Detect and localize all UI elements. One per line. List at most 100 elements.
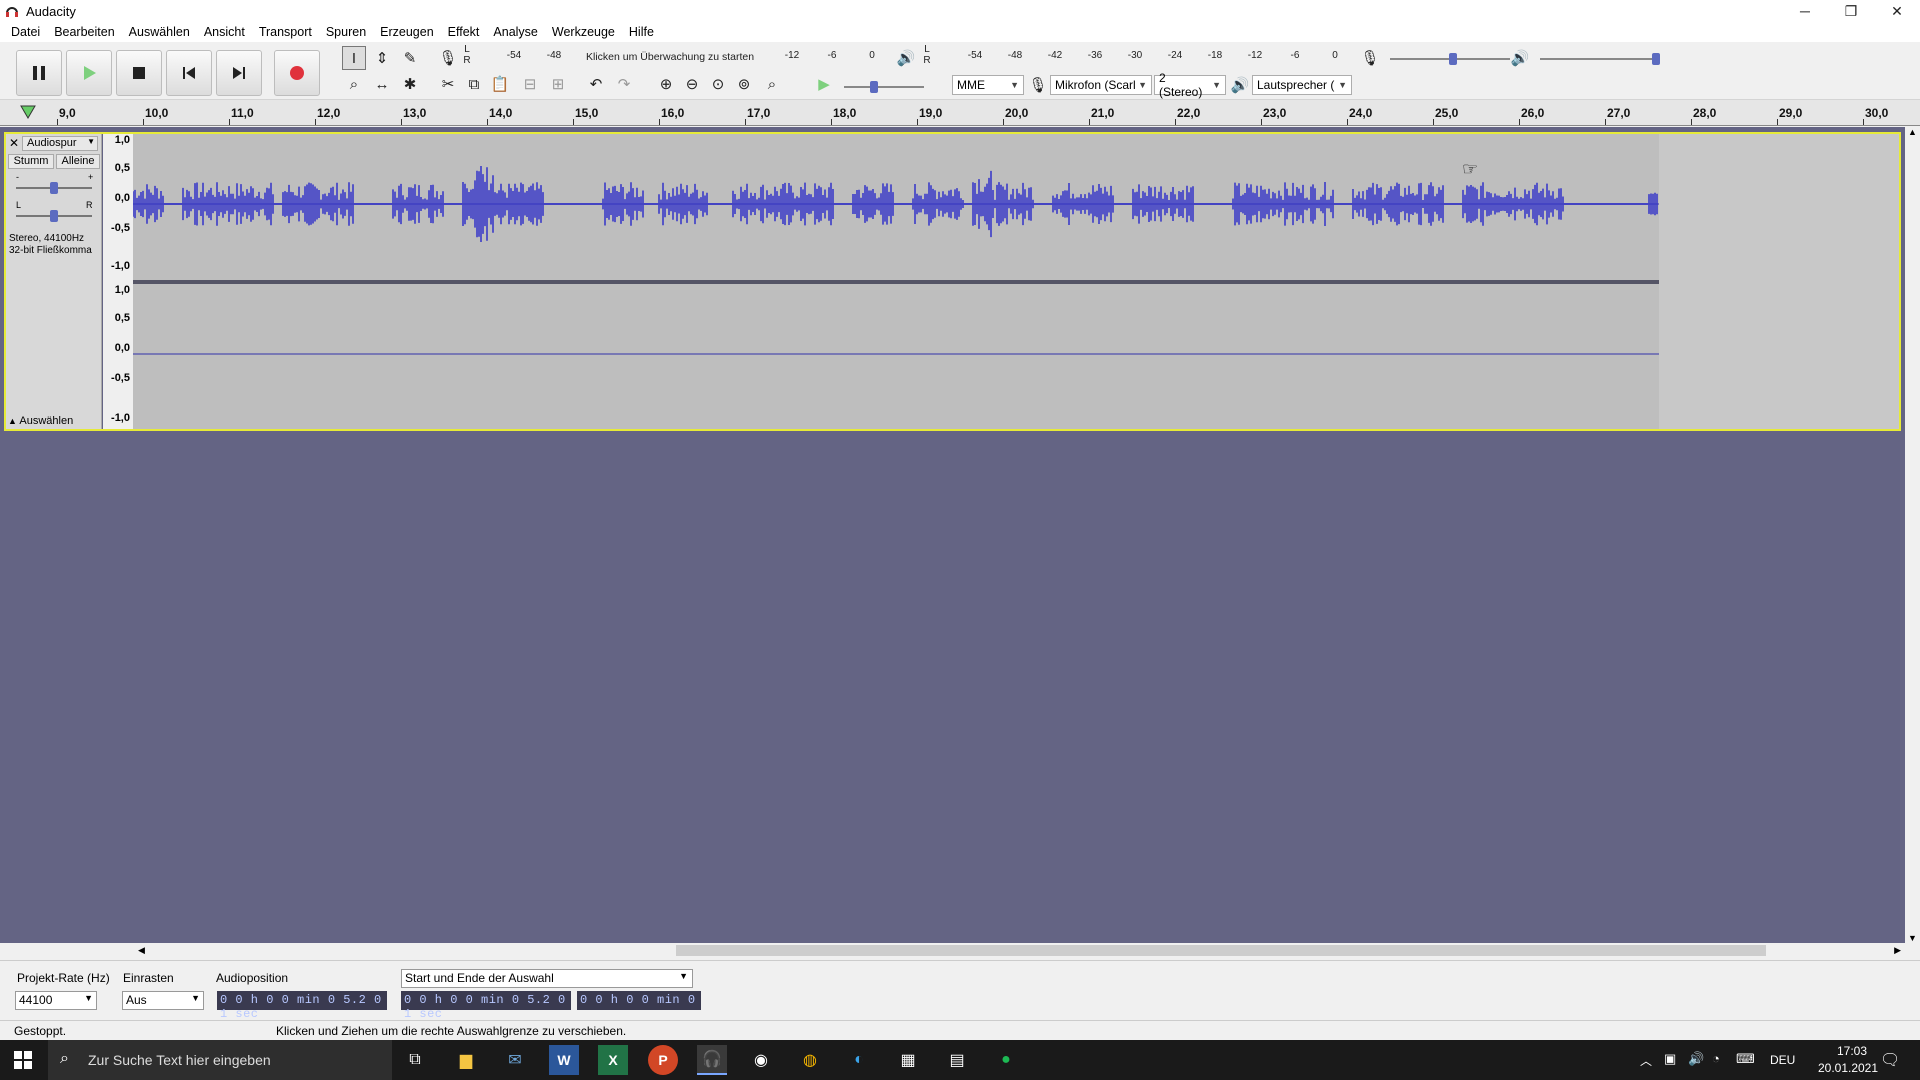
playback-device-select[interactable]: Lautsprecher (▼ [1252,75,1352,95]
audio-track[interactable]: ✕ Audiospur ▼ Stumm Alleine - + L R Stere… [4,132,1901,431]
copy-icon[interactable]: ⧉ [462,72,486,96]
play-speed-thumb[interactable] [870,81,878,93]
word-icon[interactable]: W [549,1045,579,1075]
menu-effekt[interactable]: Effekt [441,25,487,39]
play-meter-scale[interactable]: -54 -48 -42 -36 -30 -24 -18 -12 -6 0 [955,50,1355,61]
windows-start-icon[interactable] [8,1045,38,1075]
solo-button[interactable]: Alleine [56,154,100,169]
record-button[interactable] [274,50,320,96]
horizontal-scrollbar[interactable]: ◀ ▶ [130,943,1905,959]
menu-spuren[interactable]: Spuren [319,25,373,39]
menu-analyse[interactable]: Analyse [486,25,544,39]
menu-datei[interactable]: Datei [4,25,47,39]
speaker-icon[interactable]: 🔊 [894,46,918,70]
fit-selection-icon[interactable]: ⊙ [706,72,730,96]
powerpoint-icon[interactable]: P [648,1045,678,1075]
silence-icon[interactable]: ⊞ [546,72,570,96]
zoom-out-icon[interactable]: ⊖ [680,72,704,96]
selection-start-field[interactable]: 0 0 h 0 0 min 0 5.2 0 1 sec [401,991,571,1021]
selection-tool-icon[interactable]: I [342,46,366,70]
restore-button[interactable]: ❐ [1828,0,1874,22]
menu-werkzeuge[interactable]: Werkzeuge [545,25,622,39]
timeshift-tool-icon[interactable]: ↔ [370,72,394,96]
menu-transport[interactable]: Transport [252,25,319,39]
rec-meter-scale-right[interactable]: -12 -6 0 [772,50,892,61]
play-button[interactable] [66,50,112,96]
zoom-toggle-icon[interactable]: ⌕ [760,72,784,96]
snap-select[interactable]: Aus ▼ [122,991,204,1010]
redo-icon[interactable]: ↷ [612,72,636,96]
menu-auswaehlen[interactable]: Auswählen [122,25,197,39]
skip-to-end-button[interactable] [216,50,262,96]
microphone-icon[interactable]: 🎙 [436,46,460,70]
channels-select[interactable]: 2 (Stereo) ▼ [1154,71,1226,99]
notepad-icon[interactable]: ▤ [942,1045,972,1075]
menu-hilfe[interactable]: Hilfe [622,25,661,39]
project-rate-select[interactable]: 44100 ▼ [15,991,97,1010]
skip-to-start-button[interactable] [166,50,212,96]
timeline-ruler[interactable]: 9,0 10,0 11,0 12,0 13,0 14,0 15,0 16,0 17,0 18,0 1… [0,100,1920,126]
multi-tool-icon[interactable]: ✱ [398,72,422,96]
spotify-icon[interactable]: ● [991,1045,1021,1075]
collapse-track-icon[interactable]: ▲ [8,416,17,426]
play-speed-slider[interactable] [844,86,924,88]
menu-ansicht[interactable]: Ansicht [197,25,252,39]
playback-volume-slider[interactable] [1540,58,1660,60]
track-area[interactable]: ✕ Audiospur ▼ Stumm Alleine - + L R Stere… [0,127,1905,943]
pan-slider-thumb[interactable] [50,210,58,222]
close-track-icon[interactable]: ✕ [8,136,20,150]
vertical-scrollbar[interactable]: ▲ ▼ [1905,127,1920,943]
waveform-clip[interactable] [132,134,1659,429]
tray-expand-icon[interactable]: ︿ [1640,1052,1652,1069]
scroll-right-icon[interactable]: ▶ [1894,945,1901,956]
selection-end-field[interactable]: 0 0 h 0 0 min 0 5.2 0 [577,991,701,1010]
rec-meter-hint[interactable]: Klicken um Überwachung zu starten [586,51,754,63]
taskbar-search[interactable]: ⌕ Zur Suche Text hier eingeben [48,1040,392,1080]
menu-bearbeiten[interactable]: Bearbeiten [47,25,121,39]
envelope-tool-icon[interactable]: ⇕ [370,46,394,70]
edge-icon[interactable]: ◐ [844,1045,874,1075]
task-view-icon[interactable]: ⧉ [400,1045,430,1075]
trim-icon[interactable]: ⊟ [518,72,542,96]
keyboard-icon[interactable]: ⌨ [1736,1051,1755,1067]
paste-icon[interactable]: 📋 [488,72,512,96]
fit-project-icon[interactable]: ⊚ [732,72,756,96]
wifi-icon[interactable]: ◔ [1712,1051,1720,1066]
play-head-icon[interactable] [20,105,36,122]
playback-volume-thumb[interactable] [1652,53,1660,65]
rec-meter-scale[interactable]: -54 -48 [494,50,574,61]
undo-icon[interactable]: ↶ [584,72,608,96]
clock-date[interactable]: 20.01.2021 [1808,1061,1888,1075]
audio-host-select[interactable]: MME ▼ [952,75,1024,95]
mail-icon[interactable]: ✉ [500,1045,530,1075]
file-explorer-icon[interactable]: ▆ [451,1045,481,1075]
cut-icon[interactable]: ✂ [436,72,460,96]
close-button[interactable]: ✕ [1874,0,1920,22]
excel-icon[interactable]: X [598,1045,628,1075]
gain-slider-thumb[interactable] [50,182,58,194]
recording-device-select[interactable]: Mikrofon (Scarl ▼ [1050,75,1152,95]
clock-time[interactable]: 17:03 [1822,1044,1882,1058]
notification-icon[interactable]: 🗨 [1880,1050,1900,1070]
app-icon[interactable]: ▦ [893,1045,923,1075]
waveform[interactable] [132,134,1659,429]
scroll-left-icon[interactable]: ◀ [138,945,145,956]
menu-erzeugen[interactable]: Erzeugen [373,25,441,39]
audio-position-field[interactable]: 0 0 h 0 0 min 0 5.2 0 1 sec [217,991,387,1021]
minimize-button[interactable]: ─ [1782,0,1828,22]
scroll-up-icon[interactable]: ▲ [1908,127,1917,137]
input-language[interactable]: DEU [1770,1053,1795,1067]
select-track-button[interactable]: ▲ Auswählen [8,415,100,428]
selection-mode-select[interactable]: Start und Ende der Auswahl ▼ [401,969,693,988]
audacity-taskbar-icon[interactable]: 🎧 [697,1045,727,1075]
horizontal-scroll-thumb[interactable] [676,945,1766,956]
mute-button[interactable]: Stumm [8,154,54,169]
stop-button[interactable] [116,50,162,96]
scroll-down-icon[interactable]: ▼ [1908,933,1917,943]
track-name-menu[interactable]: Audiospur ▼ [22,136,98,151]
zoom-in-icon[interactable]: ⊕ [654,72,678,96]
network-icon[interactable]: ▣ [1664,1051,1676,1067]
recording-volume-thumb[interactable] [1449,53,1457,65]
empty-track-region[interactable] [1659,134,1899,429]
volume-icon[interactable]: 🔊 [1688,1051,1704,1067]
